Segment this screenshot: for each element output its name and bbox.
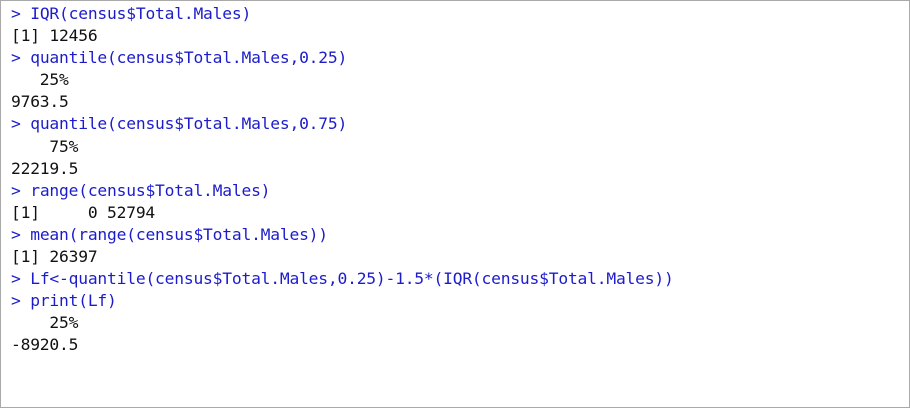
console-prompt: > [11,48,21,68]
console-output-line: [1] 0 52794 [11,202,156,222]
command-text: Lf<-quantile(census$Total.Males,0.25)-1.… [30,269,674,289]
command-text: range(census$Total.Males) [30,180,271,200]
console-prompt: > [11,291,21,311]
console-input-line: > print(Lf) [11,290,909,312]
console-prompt: > [11,269,21,289]
console-prompt: > [11,180,21,200]
command-text: quantile(census$Total.Males,0.25) [30,48,348,68]
console-input-line: > quantile(census$Total.Males,0.25) [11,47,909,69]
console-prompt: > [11,114,21,134]
console-output-line: -8920.5 [11,335,79,355]
console-input-line: > range(census$Total.Males) [11,180,909,202]
console-output-line: 22219.5 [11,158,79,178]
console-output-line: [1] 12456 [11,26,98,46]
command-text: mean(range(census$Total.Males)) [30,224,328,244]
console-input-line: > mean(range(census$Total.Males)) [11,224,909,246]
console-prompt: > [11,4,21,23]
console-input-line: > quantile(census$Total.Males,0.75) [11,113,909,135]
console-input-line: > Lf<-quantile(census$Total.Males,0.25)-… [11,268,909,290]
console-output-line: 75% [11,136,79,156]
console-input-line: > IQR(census$Total.Males) [11,3,909,25]
console-output-line: 9763.5 [11,92,69,112]
console-prompt: > [11,224,21,244]
command-text: print(Lf) [30,291,117,311]
console-output-line: 25% [11,313,79,333]
console-output-line: [1] 26397 [11,247,98,267]
command-text: quantile(census$Total.Males,0.75) [30,114,348,134]
console-output-line: 25% [11,70,69,90]
console-output: > IQR(census$Total.Males) [1] 12456 > qu… [11,3,909,357]
r-console[interactable]: > IQR(census$Total.Males) [1] 12456 > qu… [0,0,910,408]
command-text: IQR(census$Total.Males) [30,4,252,23]
